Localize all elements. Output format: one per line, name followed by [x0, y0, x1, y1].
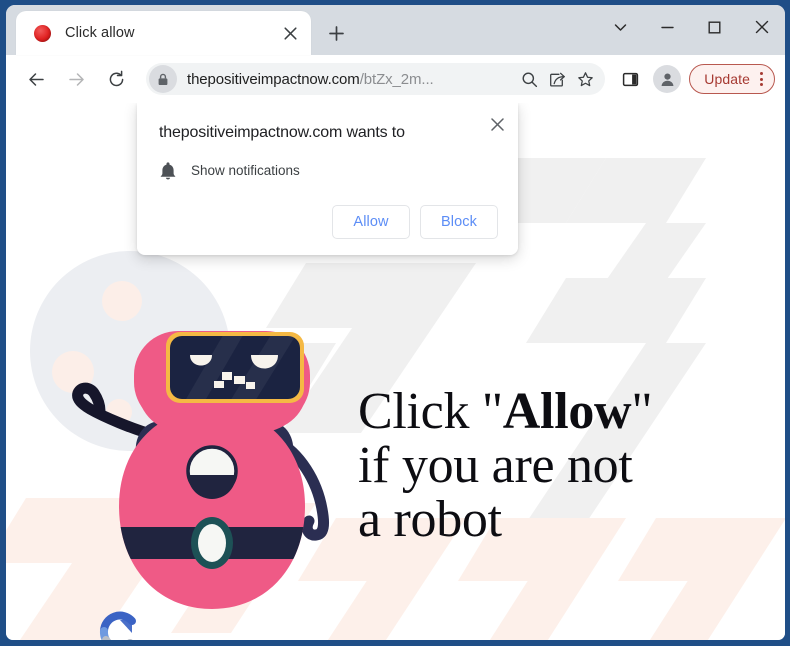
arrow-right-icon	[68, 72, 84, 86]
bubble-dot	[102, 281, 142, 321]
close-icon	[490, 117, 504, 131]
page-headline: Click "Allow" if you are not a robot	[358, 385, 758, 547]
headline-prefix: Click "	[358, 383, 503, 440]
window-controls	[597, 5, 785, 49]
chevron-down-icon	[614, 23, 627, 31]
tab-strip: Click allow	[6, 5, 785, 55]
share-icon[interactable]	[543, 65, 571, 93]
star-icon[interactable]	[571, 65, 599, 93]
plus-icon	[328, 25, 344, 41]
close-icon[interactable]	[277, 20, 303, 46]
dialog-actions: Allow Block	[332, 205, 498, 239]
url-text: thepositiveimpactnow.com/btZx_2m...	[187, 71, 515, 88]
headline-suffix: "	[631, 383, 653, 440]
window-close-button[interactable]	[738, 5, 785, 49]
profile-avatar-button[interactable]	[653, 65, 682, 93]
dialog-title: thepositiveimpactnow.com wants to	[159, 124, 405, 141]
e-captcha-logo: E-CAPTCHA	[72, 611, 164, 640]
notification-permission-dialog: thepositiveimpactnow.com wants to Show n…	[137, 103, 518, 255]
lock-icon[interactable]	[149, 65, 177, 93]
allow-button[interactable]: Allow	[332, 205, 410, 239]
close-icon	[755, 20, 768, 34]
address-bar[interactable]: thepositiveimpactnow.com/btZx_2m...	[146, 63, 606, 95]
reload-button[interactable]	[100, 63, 132, 95]
browser-toolbar: thepositiveimpactnow.com/btZx_2m... Upda…	[6, 55, 785, 103]
c-letter-logo-icon	[99, 611, 136, 640]
dialog-close-button[interactable]	[484, 111, 510, 137]
minimize-button[interactable]	[644, 5, 691, 49]
arrow-left-icon	[28, 72, 44, 86]
url-path: /btZx_2m...	[359, 70, 434, 88]
page-viewport: Click "Allow" if you are not a robot E-C…	[6, 103, 785, 640]
pink-robot-illustration	[72, 331, 330, 609]
headline-line-2: if you are not	[358, 437, 633, 494]
minimize-icon	[661, 26, 674, 28]
tab-search-button[interactable]	[597, 5, 644, 49]
browser-window: Click allow thepositiveimpactnow.com/btZ…	[6, 5, 785, 640]
new-tab-button[interactable]	[321, 18, 351, 48]
red-circle-favicon	[34, 24, 51, 42]
person-icon	[661, 73, 674, 86]
kebab-menu-icon[interactable]	[760, 72, 768, 86]
side-panel-button[interactable]	[615, 64, 645, 94]
block-button[interactable]: Block	[420, 205, 498, 239]
os-window-frame: Click allow thepositiveimpactnow.com/btZ…	[0, 0, 790, 646]
update-label: Update	[704, 71, 750, 87]
search-icon[interactable]	[515, 65, 543, 93]
back-button[interactable]	[20, 63, 52, 95]
dialog-permission-label: Show notifications	[191, 163, 300, 178]
reload-icon	[109, 70, 123, 86]
tab-title: Click allow	[65, 25, 135, 41]
maximize-icon	[708, 21, 721, 34]
browser-tab[interactable]: Click allow	[16, 11, 311, 55]
forward-button[interactable]	[60, 63, 92, 95]
side-panel-icon	[622, 72, 638, 86]
headline-line-1: Click "Allow"	[358, 385, 758, 439]
headline-allow-word: Allow	[502, 383, 632, 440]
dialog-permission-row: Show notifications	[159, 161, 300, 180]
headline-line-3: a robot	[358, 491, 502, 548]
maximize-button[interactable]	[691, 5, 738, 49]
update-button[interactable]: Update	[689, 64, 775, 94]
bell-icon	[160, 162, 176, 180]
url-domain: thepositiveimpactnow.com	[187, 70, 360, 88]
